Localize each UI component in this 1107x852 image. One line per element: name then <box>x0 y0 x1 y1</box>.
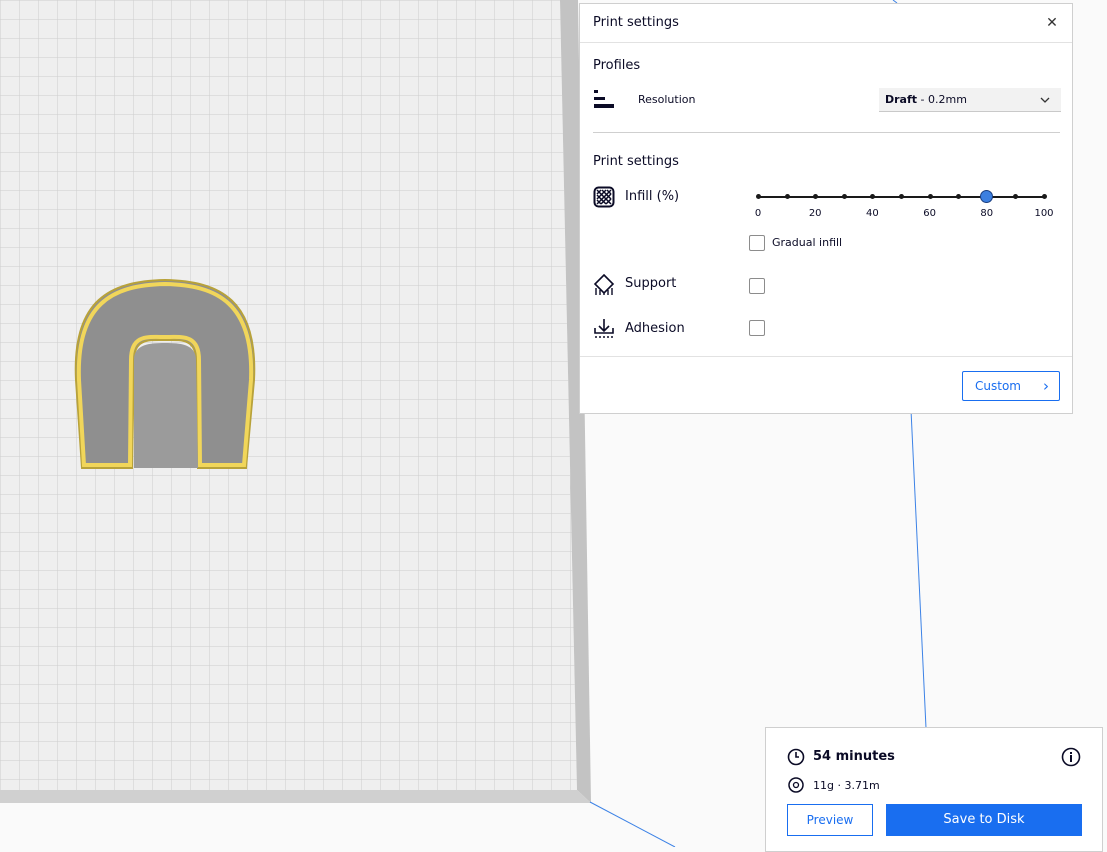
divider <box>593 132 1060 133</box>
slider-tick <box>784 194 790 199</box>
slider-tick-label: 40 <box>866 208 879 219</box>
infill-slider[interactable]: 0 20 40 60 80 100 <box>754 189 1054 219</box>
slider-tick-label: 80 <box>980 208 994 219</box>
save-to-disk-button[interactable]: Save to Disk <box>886 804 1082 836</box>
slider-tick <box>956 194 962 199</box>
infill-pattern-icon <box>593 186 615 208</box>
build-volume-edge <box>910 409 927 729</box>
slider-tick-label: 60 <box>923 208 936 219</box>
adhesion-label: Adhesion <box>625 321 685 336</box>
resolution-label: Resolution <box>638 93 696 106</box>
slider-tick-label: 100 <box>1034 208 1054 219</box>
material-usage: 11g · 3.71m <box>813 779 880 792</box>
slider-tick <box>813 194 819 199</box>
infill-slider-handle[interactable] <box>979 190 993 203</box>
infill-label: Infill (%) <box>625 189 680 204</box>
gradual-infill-checkbox[interactable] <box>749 235 765 251</box>
panel-header: Print settings ✕ <box>580 4 1072 43</box>
gradual-infill-label: Gradual infill <box>772 236 843 249</box>
slider-tick <box>870 194 876 199</box>
slider-tick-label: 20 <box>808 208 822 219</box>
slider-tick <box>927 194 933 199</box>
adhesion-checkbox[interactable] <box>749 320 765 336</box>
print-time: 54 minutes <box>813 749 895 764</box>
chevron-down-icon <box>1039 88 1051 121</box>
slider-tick <box>1042 194 1047 199</box>
support-checkbox[interactable] <box>749 278 765 294</box>
spool-icon <box>788 777 804 797</box>
model-horseshoe <box>74 278 256 469</box>
slider-tick <box>1013 194 1019 199</box>
print-settings-section-title: Print settings <box>593 154 679 169</box>
resolution-layer-height: - 0.2mm <box>917 93 967 106</box>
preview-button[interactable]: Preview <box>787 804 873 836</box>
profiles-section-title: Profiles <box>593 58 641 73</box>
clock-icon <box>787 748 805 770</box>
resolution-bars-icon <box>593 89 615 111</box>
slider-tick <box>841 194 847 199</box>
chevron-right-icon: › <box>1043 377 1049 395</box>
slider-tick <box>756 194 761 199</box>
print-settings-panel: Print settings ✕ Profiles Resolution Dra… <box>579 3 1073 414</box>
support-label: Support <box>625 276 677 291</box>
build-volume-edge <box>589 801 676 847</box>
adhesion-icon <box>593 318 615 340</box>
panel-footer-divider <box>580 356 1072 357</box>
custom-button-label: Custom <box>975 379 1021 393</box>
panel-title: Print settings <box>593 15 679 30</box>
print-action-panel: 54 minutes 11g · 3.71m Preview Save to D… <box>765 727 1103 852</box>
slider-tick <box>899 194 904 199</box>
info-icon[interactable] <box>1061 747 1081 771</box>
custom-button[interactable]: Custom › <box>962 371 1060 401</box>
resolution-profile-name: Draft <box>885 93 918 106</box>
slider-tick-label: 0 <box>754 208 762 219</box>
resolution-dropdown[interactable]: Draft - 0.2mm <box>879 88 1061 112</box>
support-icon <box>593 273 615 296</box>
close-icon[interactable]: ✕ <box>1042 13 1062 33</box>
